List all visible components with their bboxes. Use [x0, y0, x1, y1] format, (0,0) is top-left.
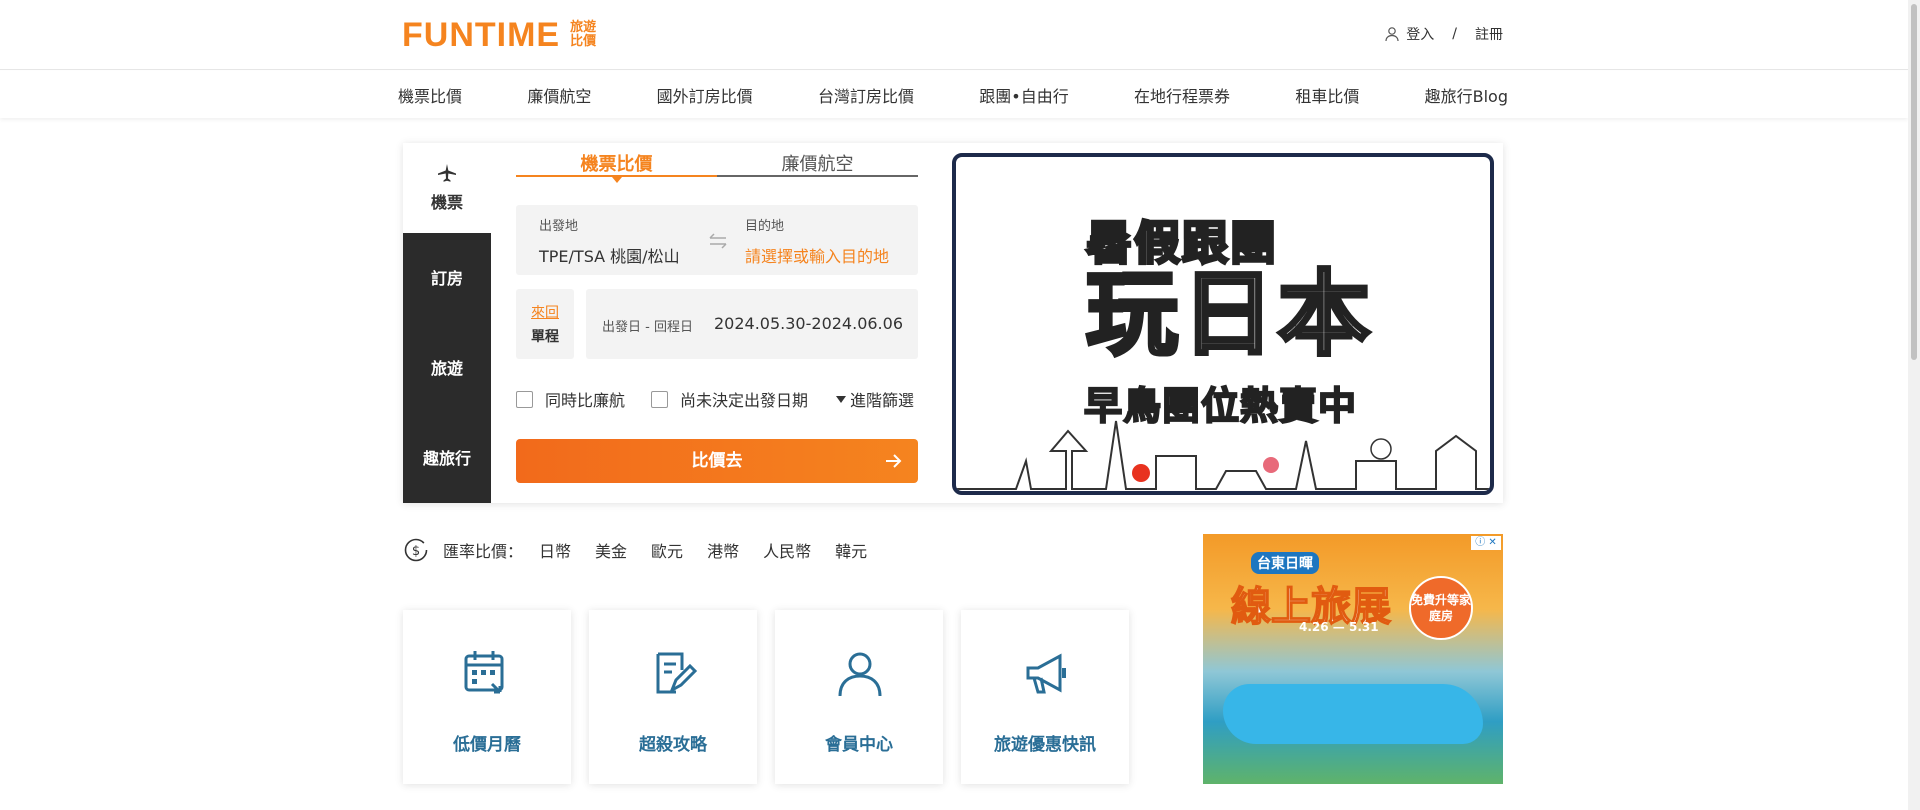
sidebar-item-label: 旅遊 — [430, 359, 463, 378]
currency-cny[interactable]: 人民幣 — [763, 538, 811, 562]
lcc-checkbox[interactable] — [516, 390, 533, 408]
svg-text:$: $ — [412, 544, 420, 559]
nav-item-tour[interactable]: 跟團•自由行 — [979, 83, 1068, 107]
page-scrollbar[interactable] — [1908, 0, 1920, 810]
japan-skyline-illustration — [956, 420, 1490, 490]
search-tabs: 機票比價 廉價航空 — [516, 155, 918, 183]
dates-label: 出發日 - 回程日 — [602, 320, 693, 335]
search-options: 同時比廉航 尚未決定出發日期 進階篩選 — [516, 387, 918, 411]
dates-value: 2024.05.30-2024.06.06 — [714, 314, 903, 333]
auth-separator: / — [1452, 26, 1457, 42]
currency-jpy[interactable]: 日幣 — [539, 538, 571, 562]
top-header: FUNTIME 旅遊比價 登入 / 註冊 — [0, 0, 1908, 70]
destination-field[interactable]: 請選擇或輸入目的地 — [745, 243, 889, 267]
currency-usd[interactable]: 美金 — [595, 538, 627, 562]
swap-icon[interactable] — [706, 229, 730, 253]
exchange-label: 匯率比價： — [443, 542, 524, 561]
megaphone-icon — [1026, 653, 1066, 694]
currency-exchange-icon: $ — [404, 538, 428, 562]
sidebar-item-label: 訂房 — [430, 269, 463, 288]
logo-subtitle: 旅遊比價 — [570, 20, 597, 49]
trip-type-selector: 來回 單程 — [516, 289, 574, 359]
ad-tag: 台東日暉 — [1251, 552, 1319, 574]
lcc-checkbox-option[interactable]: 同時比廉航 — [516, 387, 625, 411]
search-sidebar: 機票 訂房 旅遊 趣旅行 — [403, 143, 491, 503]
origin-label: 出發地 — [539, 219, 579, 234]
tab-flight-compare[interactable]: 機票比價 — [516, 155, 717, 183]
ad-dates: 4.26 — 5.31 — [1299, 620, 1379, 634]
tile-label: 會員中心 — [825, 735, 893, 755]
nav-item-intl-hotel[interactable]: 國外訂房比價 — [657, 83, 753, 107]
scrollbar-thumb[interactable] — [1911, 4, 1917, 360]
submit-label: 比價去 — [691, 451, 743, 471]
undecided-date-checkbox[interactable] — [651, 390, 668, 408]
sidebar-item-travel[interactable]: 旅遊 — [403, 355, 491, 379]
lcc-checkbox-label: 同時比廉航 — [545, 391, 626, 410]
advanced-filter-toggle[interactable]: 進階篩選 — [836, 387, 914, 411]
nav-item-flight-compare[interactable]: 機票比價 — [398, 83, 462, 107]
user-icon — [838, 652, 882, 697]
advanced-filter-label: 進階篩選 — [850, 391, 915, 410]
edit-note-icon — [656, 652, 698, 694]
sidebar-item-label: 趣旅行 — [422, 449, 471, 468]
currency-hkd[interactable]: 港幣 — [707, 538, 739, 562]
tile-label: 超殺攻略 — [639, 735, 707, 755]
date-range-field[interactable]: 出發日 - 回程日 2024.05.30-2024.06.06 — [586, 289, 918, 359]
calendar-icon — [464, 651, 504, 694]
tab-lcc[interactable]: 廉價航空 — [717, 155, 918, 175]
tile-travel-guide[interactable]: 超殺攻略 — [589, 610, 757, 784]
promo-banner[interactable]: 暑假跟團 玩日本 早鳥團位熱賣中 — [952, 153, 1494, 495]
banner-line2: 玩日本 — [1084, 261, 1375, 368]
nav-item-lcc[interactable]: 廉價航空 — [527, 83, 591, 107]
undecided-date-option[interactable]: 尚未決定出發日期 — [651, 387, 808, 411]
pool-illustration — [1223, 684, 1483, 744]
caret-down-icon — [836, 395, 846, 403]
roundtrip-option[interactable]: 來回 — [516, 302, 574, 322]
user-icon — [1385, 27, 1399, 42]
nav-item-tw-hotel[interactable]: 台灣訂房比價 — [818, 83, 914, 107]
logo-text: FUNTIME — [402, 16, 561, 54]
ad-banner[interactable]: 台東日暉 線上旅展 4.26 — 5.31 免費升等家庭房 ⓘ ✕ — [1203, 534, 1503, 784]
exchange-rate-bar: $ 匯率比價： 日幣 美金 歐元 港幣 人民幣 韓元 — [403, 535, 891, 565]
login-link[interactable]: 登入 — [1406, 24, 1434, 44]
ad-close-icon[interactable]: ⓘ ✕ — [1471, 536, 1501, 550]
nav-item-car-rental[interactable]: 租車比價 — [1295, 83, 1359, 107]
airplane-icon — [438, 164, 456, 182]
tile-member-center[interactable]: 會員中心 — [775, 610, 943, 784]
tile-deal-news[interactable]: 旅遊優惠快訊 — [961, 610, 1129, 784]
nav-item-blog[interactable]: 趣旅行Blog — [1425, 83, 1508, 107]
undecided-date-label: 尚未決定出發日期 — [680, 391, 809, 410]
funtime-logo[interactable]: FUNTIME 旅遊比價 — [402, 18, 598, 52]
sidebar-item-label: 機票 — [430, 193, 463, 212]
currency-eur[interactable]: 歐元 — [651, 538, 683, 562]
tile-low-price-calendar[interactable]: 低價月曆 — [403, 610, 571, 784]
nav-item-local-tickets[interactable]: 在地行程票券 — [1134, 83, 1230, 107]
origin-field[interactable]: TPE/TSA 桃園/松山 — [539, 243, 680, 267]
tile-label: 旅遊優惠快訊 — [994, 735, 1096, 755]
main-nav: 機票比價 廉價航空 國外訂房比價 台灣訂房比價 跟團•自由行 在地行程票券 租車… — [0, 71, 1908, 118]
arrow-right-icon — [886, 454, 902, 468]
sidebar-item-flight[interactable]: 機票 — [403, 143, 491, 233]
route-selector: 出發地 TPE/TSA 桃園/松山 目的地 請選擇或輸入目的地 — [516, 205, 918, 275]
sidebar-item-funtravel[interactable]: 趣旅行 — [403, 445, 491, 469]
destination-label: 目的地 — [745, 219, 785, 234]
auth-links: 登入 / 註冊 — [1384, 24, 1503, 44]
oneway-option[interactable]: 單程 — [516, 326, 574, 346]
compare-submit-button[interactable]: 比價去 — [516, 439, 918, 483]
tile-label: 低價月曆 — [453, 735, 521, 755]
register-link[interactable]: 註冊 — [1475, 24, 1503, 44]
currency-krw[interactable]: 韓元 — [835, 538, 867, 562]
search-card: 機票 訂房 旅遊 趣旅行 機票比價 廉價航空 出發地 TPE/TSA 桃園/松山… — [403, 143, 1503, 503]
sidebar-item-hotel[interactable]: 訂房 — [403, 265, 491, 289]
ad-badge: 免費升等家庭房 — [1409, 576, 1473, 640]
